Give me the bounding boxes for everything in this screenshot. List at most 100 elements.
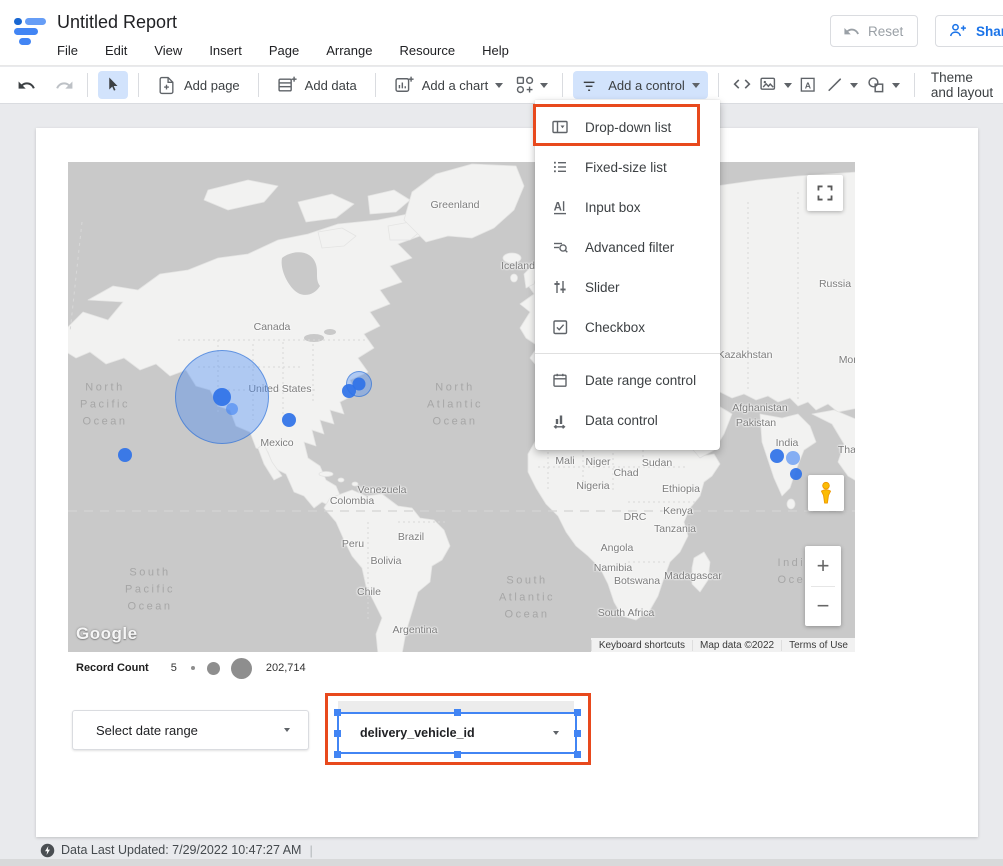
menu-item-label: Input box: [585, 200, 641, 215]
menu-item-resource[interactable]: Resource: [399, 40, 468, 61]
insert-shape-button[interactable]: [862, 71, 904, 99]
menu-item-help[interactable]: Help: [482, 40, 522, 61]
embed-button[interactable]: [729, 72, 755, 98]
add-a-control-button[interactable]: Add a control: [573, 71, 708, 99]
insert-line-button[interactable]: [822, 71, 862, 99]
data-freshness-icon: [40, 843, 55, 858]
report-canvas[interactable]: North Pacific Ocean North Atlantic Ocean S…: [36, 128, 978, 837]
selection-handle[interactable]: [334, 730, 341, 737]
reset-button[interactable]: Reset: [830, 15, 918, 47]
fullscreen-icon: [816, 184, 834, 202]
map-label-russia: Russia: [819, 278, 851, 290]
toolbar-separator: [914, 73, 915, 97]
attribution-terms-of-use[interactable]: Terms of Use: [781, 640, 855, 651]
insert-image-button[interactable]: [755, 71, 796, 99]
ocean-label-north-atlantic-ocean: North Atlantic Ocean: [427, 379, 483, 430]
share-button[interactable]: Share: [935, 15, 1003, 47]
shape-tool-icon: [866, 75, 887, 96]
selection-handle[interactable]: [334, 709, 341, 716]
report-title[interactable]: Untitled Report: [57, 12, 177, 33]
legend-dot-small: [191, 666, 195, 670]
menu-item-input-box[interactable]: AInput box: [535, 187, 720, 227]
attribution-map-data-2022[interactable]: Map data ©2022: [692, 640, 781, 651]
legend-dot-medium: [207, 662, 220, 675]
share-label: Share: [976, 24, 1003, 39]
map-bubble[interactable]: [786, 451, 800, 465]
insert-text-button[interactable]: A: [796, 72, 822, 98]
menu-item-edit[interactable]: Edit: [105, 40, 140, 61]
undo-button[interactable]: [13, 72, 39, 98]
selection-handle[interactable]: [334, 751, 341, 758]
theme-and-layout-button[interactable]: Theme and layout: [925, 70, 1003, 100]
map-label-south-africa: South Africa: [598, 607, 655, 619]
map-label-colombia: Colombia: [330, 495, 374, 507]
map-label-bolivia: Bolivia: [371, 555, 402, 567]
attribution-keyboard-shortcuts[interactable]: Keyboard shortcuts: [591, 640, 692, 651]
date-range-control[interactable]: Select date range: [72, 710, 309, 750]
map-attribution: Keyboard shortcutsMap data ©2022Terms of…: [591, 638, 855, 652]
checkbox-icon: [551, 318, 569, 336]
map-label-chile: Chile: [357, 586, 381, 598]
chevron-down-icon: [692, 83, 700, 88]
menu-item-view[interactable]: View: [154, 40, 195, 61]
map-bubble[interactable]: [770, 449, 784, 463]
select-tool-button[interactable]: [98, 71, 128, 99]
ocean-label-north-pacific-ocean: North Pacific Ocean: [80, 379, 130, 430]
selection-handle[interactable]: [454, 751, 461, 758]
add-chart-label: Add a chart: [422, 78, 489, 93]
map-bubble[interactable]: [118, 448, 132, 462]
add-chart-icon: [394, 75, 414, 95]
app-header: Untitled Report File Edit View Insert Page Ar…: [0, 0, 1003, 66]
map-bubble[interactable]: [790, 468, 802, 480]
map-fullscreen-button[interactable]: [807, 175, 843, 211]
legend-dot-large: [231, 658, 252, 679]
add-data-button[interactable]: Add data: [269, 71, 365, 99]
selection-handle[interactable]: [574, 709, 581, 716]
geo-bubble-map-chart[interactable]: North Pacific Ocean North Atlantic Ocean S…: [68, 162, 855, 652]
menu-item-page[interactable]: Page: [269, 40, 312, 61]
map-label-pakistan: Pakistan: [736, 417, 776, 429]
menu-item-data-control[interactable]: Data control: [535, 400, 720, 440]
menu-item-label: Checkbox: [585, 320, 645, 335]
menu-item-checkbox[interactable]: Checkbox: [535, 307, 720, 347]
add-page-button[interactable]: Add page: [149, 71, 248, 99]
redo-button[interactable]: [51, 72, 77, 98]
menu-item-slider[interactable]: Slider: [535, 267, 720, 307]
toolbar-separator: [87, 73, 88, 97]
fixed-size-list-icon: [551, 158, 569, 176]
street-view-pegman-button[interactable]: [808, 475, 844, 511]
menu-item-label: Fixed-size list: [585, 160, 667, 175]
data-studio-logo-icon[interactable]: [14, 15, 46, 47]
map-bubble[interactable]: [282, 413, 296, 427]
undo-icon: [17, 76, 36, 95]
zoom-in-button[interactable]: +: [805, 547, 841, 586]
toolbar-separator: [375, 73, 376, 97]
community-visualizations-button[interactable]: [511, 71, 552, 99]
map-bubble[interactable]: [342, 384, 356, 398]
map-label-namibia: Namibia: [594, 562, 633, 574]
menu-item-advanced-filter[interactable]: Advanced filter: [535, 227, 720, 267]
add-data-label: Add data: [305, 78, 357, 93]
selection-handle[interactable]: [574, 751, 581, 758]
menu-item-file[interactable]: File: [57, 40, 91, 61]
selection-handle[interactable]: [574, 730, 581, 737]
map-label-botswana: Botswana: [614, 575, 660, 587]
dropdown-control-delivery-vehicle-id[interactable]: delivery_vehicle_id: [337, 712, 577, 754]
chevron-down-icon: [495, 83, 503, 88]
add-chart-button[interactable]: Add a chart: [386, 71, 512, 99]
embed-code-icon: [731, 74, 753, 96]
map-label-sudan: Sudan: [642, 457, 672, 469]
menu-item-fixed-size-list[interactable]: Fixed-size list: [535, 147, 720, 187]
menu-item-drop-down-list[interactable]: Drop-down list: [535, 107, 720, 147]
community-viz-icon: [515, 75, 535, 95]
add-page-label: Add page: [184, 78, 240, 93]
map-label-canada: Canada: [254, 321, 291, 333]
selection-handle[interactable]: [454, 709, 461, 716]
svg-text:A: A: [805, 80, 812, 90]
ocean-label-south-pacific-ocean: South Pacific Ocean: [125, 564, 175, 615]
menu-item-insert[interactable]: Insert: [209, 40, 255, 61]
zoom-out-button[interactable]: −: [805, 587, 841, 626]
menu-item-date-range-control[interactable]: Date range control: [535, 360, 720, 400]
map-bubble[interactable]: [226, 403, 238, 415]
menu-item-arrange[interactable]: Arrange: [326, 40, 385, 61]
